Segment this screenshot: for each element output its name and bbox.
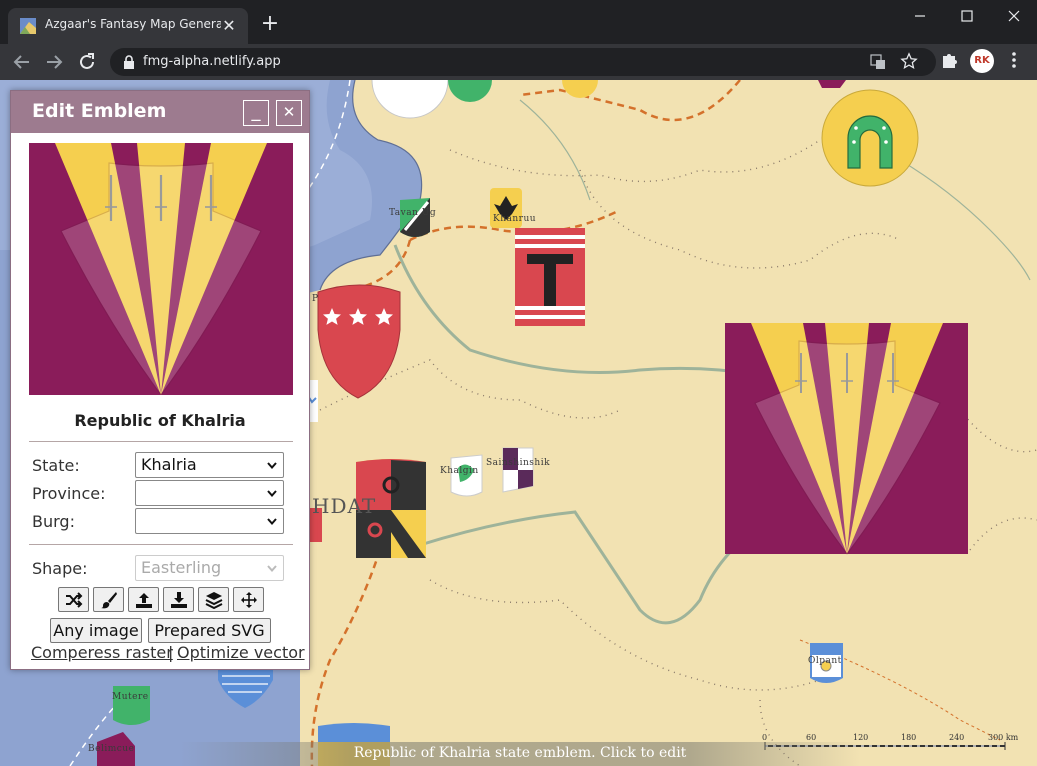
chevron-down-icon xyxy=(267,518,277,525)
scale-tick: 0 xyxy=(762,733,768,742)
shape-select: Easterling xyxy=(135,555,284,581)
emblem-preview[interactable] xyxy=(29,143,293,395)
state-select[interactable]: Khalria xyxy=(135,452,284,478)
any-image-button[interactable]: Any image xyxy=(50,618,142,643)
address-bar[interactable]: fmg-alpha.netlify.app xyxy=(110,48,936,76)
profile-avatar[interactable]: RK xyxy=(970,49,994,73)
forward-arrow-icon[interactable] xyxy=(42,50,66,74)
edit-emblem-dialog: Edit Emblem _ ✕ Republic of Khalria Stat… xyxy=(10,90,310,670)
download-button[interactable] xyxy=(163,587,194,612)
emblem-top-1 xyxy=(371,80,449,119)
more-menu-icon[interactable] xyxy=(1004,50,1024,70)
close-button[interactable]: ✕ xyxy=(276,100,302,126)
browser-toolbar: fmg-alpha.netlify.app RK xyxy=(0,44,1037,80)
map-label-state-fragment: HDAT xyxy=(312,494,377,518)
lock-icon xyxy=(124,55,134,69)
edit-style-button[interactable] xyxy=(93,587,124,612)
brush-icon xyxy=(101,592,117,609)
scale-tick: 300 km xyxy=(988,733,1019,742)
chevron-down-icon xyxy=(267,565,277,572)
emblem-top-2 xyxy=(448,80,492,102)
emblem-name: Republic of Khalria xyxy=(74,411,246,430)
scale-tick: 240 xyxy=(949,733,965,742)
state-label: State: xyxy=(32,456,80,475)
border-2 xyxy=(579,169,901,269)
bookmark-star-icon[interactable] xyxy=(900,52,918,70)
map-label-olpant[interactable]: Olpant xyxy=(808,656,842,666)
center-view-button[interactable] xyxy=(233,587,264,612)
tab-title: Azgaar's Fantasy Map Generator xyxy=(45,17,221,31)
map-label-khanruu[interactable]: Khanruu xyxy=(493,214,536,224)
layers-icon xyxy=(205,592,223,609)
burg-select[interactable] xyxy=(135,508,284,534)
tab-strip: Azgaar's Fantasy Map Generator ✕ + xyxy=(0,0,1037,44)
province-select[interactable] xyxy=(135,480,284,506)
scale-tick: 180 xyxy=(901,733,917,742)
emblem-top-4 xyxy=(818,80,846,88)
minimize-button[interactable]: _ xyxy=(243,100,269,126)
shuffle-icon xyxy=(66,592,83,608)
move-icon xyxy=(241,592,257,608)
optimize-vector-link[interactable]: Optimize vector xyxy=(177,643,305,662)
translate-icon[interactable] xyxy=(870,54,886,70)
prepared-svg-button[interactable]: Prepared SVG xyxy=(148,618,271,643)
compress-raster-link[interactable]: Comperess raster xyxy=(31,643,173,662)
randomize-button[interactable] xyxy=(58,587,89,612)
back-arrow-icon[interactable] xyxy=(10,50,34,74)
state-select-value: Khalria xyxy=(141,455,197,474)
river-south xyxy=(419,510,771,625)
dialog-title: Edit Emblem xyxy=(32,100,167,122)
border-4 xyxy=(429,579,821,691)
chevron-down-icon xyxy=(267,490,277,497)
map-label-sainshinshik[interactable]: Sainshinshik xyxy=(486,458,550,468)
stream-east xyxy=(899,159,1031,281)
shape-label: Shape: xyxy=(32,559,88,578)
large-state-emblem xyxy=(725,323,968,555)
dialog-titlebar[interactable]: Edit Emblem _ ✕ xyxy=(11,91,309,133)
shape-select-value: Easterling xyxy=(141,558,222,577)
map-label-tavan-ug[interactable]: Tavan Ug xyxy=(389,208,436,218)
map-label-khalgin[interactable]: Khalgin xyxy=(440,466,479,476)
extensions-puzzle-icon[interactable] xyxy=(940,50,960,70)
divider xyxy=(29,544,293,545)
scale-tick: 60 xyxy=(806,733,817,742)
map-label-belimcue[interactable]: Belimcue xyxy=(88,744,134,754)
road-north xyxy=(519,80,741,122)
app-favicon-icon xyxy=(20,18,36,34)
map-tooltip: Republic of Khalria state emblem. Click … xyxy=(180,742,860,766)
burg-label: Burg: xyxy=(32,512,75,531)
reload-icon[interactable] xyxy=(75,50,99,74)
url-text: fmg-alpha.netlify.app xyxy=(143,54,281,69)
divider xyxy=(29,441,293,442)
upload-button[interactable] xyxy=(128,587,159,612)
window-maximize-icon[interactable] xyxy=(955,6,979,26)
layers-button[interactable] xyxy=(198,587,229,612)
tab-close-icon[interactable]: ✕ xyxy=(220,17,238,35)
link-separator: | xyxy=(168,643,174,662)
border-5 xyxy=(959,409,1037,453)
stars-shield-emblem xyxy=(317,284,401,399)
border-1 xyxy=(449,139,821,183)
upload-icon xyxy=(136,593,152,608)
map-label-mutere[interactable]: Mutere xyxy=(112,692,149,702)
chevron-down-icon xyxy=(267,462,277,469)
browser-tab[interactable]: Azgaar's Fantasy Map Generator ✕ xyxy=(8,8,248,44)
scale-tick: 120 xyxy=(853,733,869,742)
window-close-icon[interactable] xyxy=(1002,6,1026,26)
map-label-p-fragment: P xyxy=(312,294,319,304)
border-6 xyxy=(969,517,1037,551)
window-minimize-icon[interactable] xyxy=(908,6,932,26)
emblem-top-3 xyxy=(562,80,598,98)
stream-north xyxy=(519,99,591,201)
download-icon xyxy=(171,592,187,608)
horseshoe-emblem xyxy=(821,89,919,187)
province-label: Province: xyxy=(32,484,106,503)
new-tab-button[interactable]: + xyxy=(258,13,282,37)
